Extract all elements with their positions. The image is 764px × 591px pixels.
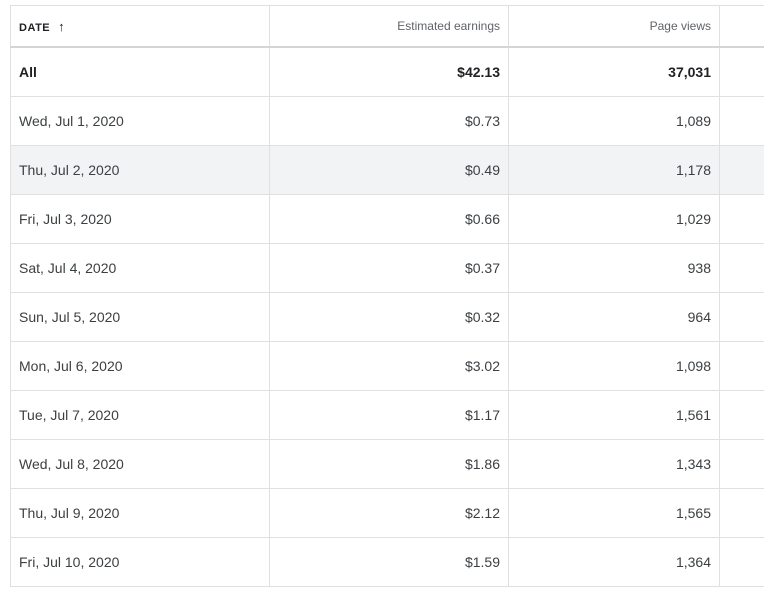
row-earnings-cell: $0.37 [269,243,509,293]
row-date-cell: Wed, Jul 8, 2020 [10,439,270,489]
row-earnings-cell: $1.86 [269,439,509,489]
next-column-header[interactable] [719,5,764,48]
row-date-cell: Sun, Jul 5, 2020 [10,292,270,342]
row-extra-cell [719,96,764,146]
row-page-views-cell: 1,364 [508,537,720,587]
estimated-earnings-column-header[interactable]: Estimated earnings [269,5,509,48]
row-extra-cell [719,194,764,244]
row-date-cell: Sat, Jul 4, 2020 [10,243,270,293]
table-row[interactable]: Thu, Jul 2, 2020 $0.49 1,178 [10,145,764,195]
row-extra-cell [719,537,764,587]
date-column-header[interactable]: DATE ↑ [10,5,270,48]
row-page-views-cell: 1,343 [508,439,720,489]
table-row[interactable]: Sat, Jul 4, 2020 $0.37 938 [10,243,764,293]
row-earnings-cell: $3.02 [269,341,509,391]
row-date-cell: Fri, Jul 3, 2020 [10,194,270,244]
row-extra-cell [719,243,764,293]
table-row[interactable]: Tue, Jul 7, 2020 $1.17 1,561 [10,390,764,440]
row-page-views-cell: 1,178 [508,145,720,195]
row-page-views-cell: 1,561 [508,390,720,440]
total-row: All $42.13 37,031 [10,46,764,97]
row-earnings-cell: $0.66 [269,194,509,244]
row-page-views-cell: 964 [508,292,720,342]
total-earnings: $42.13 [269,46,509,97]
row-date-cell: Thu, Jul 2, 2020 [10,145,270,195]
row-earnings-cell: $0.49 [269,145,509,195]
table-row[interactable]: Mon, Jul 6, 2020 $3.02 1,098 [10,341,764,391]
table-header: DATE ↑ Estimated earnings Page views [10,5,764,48]
table-row[interactable]: Wed, Jul 8, 2020 $1.86 1,343 [10,439,764,489]
row-page-views-cell: 1,565 [508,488,720,538]
table-row[interactable]: Sun, Jul 5, 2020 $0.32 964 [10,292,764,342]
table-row[interactable]: Thu, Jul 9, 2020 $2.12 1,565 [10,488,764,538]
row-extra-cell [719,145,764,195]
header-row: DATE ↑ Estimated earnings Page views [10,5,764,48]
row-earnings-cell: $1.59 [269,537,509,587]
row-extra-cell [719,488,764,538]
row-extra-cell [719,390,764,440]
row-page-views-cell: 938 [508,243,720,293]
row-page-views-cell: 1,098 [508,341,720,391]
table-row[interactable]: Fri, Jul 10, 2020 $1.59 1,364 [10,537,764,587]
row-page-views-cell: 1,089 [508,96,720,146]
total-label: All [10,46,270,97]
row-extra-cell [719,292,764,342]
row-earnings-cell: $0.32 [269,292,509,342]
row-date-cell: Wed, Jul 1, 2020 [10,96,270,146]
row-page-views-cell: 1,029 [508,194,720,244]
row-date-cell: Tue, Jul 7, 2020 [10,390,270,440]
table-row[interactable]: Fri, Jul 3, 2020 $0.66 1,029 [10,194,764,244]
table-row[interactable]: Wed, Jul 1, 2020 $0.73 1,089 [10,96,764,146]
row-date-cell: Fri, Jul 10, 2020 [10,537,270,587]
date-header-label: DATE [19,21,51,34]
total-page-views: 37,031 [508,46,720,97]
total-extra-cell [719,46,764,97]
page-views-column-header[interactable]: Page views [508,5,720,48]
row-earnings-cell: $1.17 [269,390,509,440]
arrow-up-icon[interactable]: ↑ [58,19,65,34]
earnings-report-table: DATE ↑ Estimated earnings Page views All … [10,5,764,587]
row-earnings-cell: $2.12 [269,488,509,538]
row-extra-cell [719,439,764,489]
row-earnings-cell: $0.73 [269,96,509,146]
row-date-cell: Mon, Jul 6, 2020 [10,341,270,391]
row-date-cell: Thu, Jul 9, 2020 [10,488,270,538]
row-extra-cell [719,341,764,391]
table-body: All $42.13 37,031 Wed, Jul 1, 2020 $0.73 1… [10,46,764,587]
